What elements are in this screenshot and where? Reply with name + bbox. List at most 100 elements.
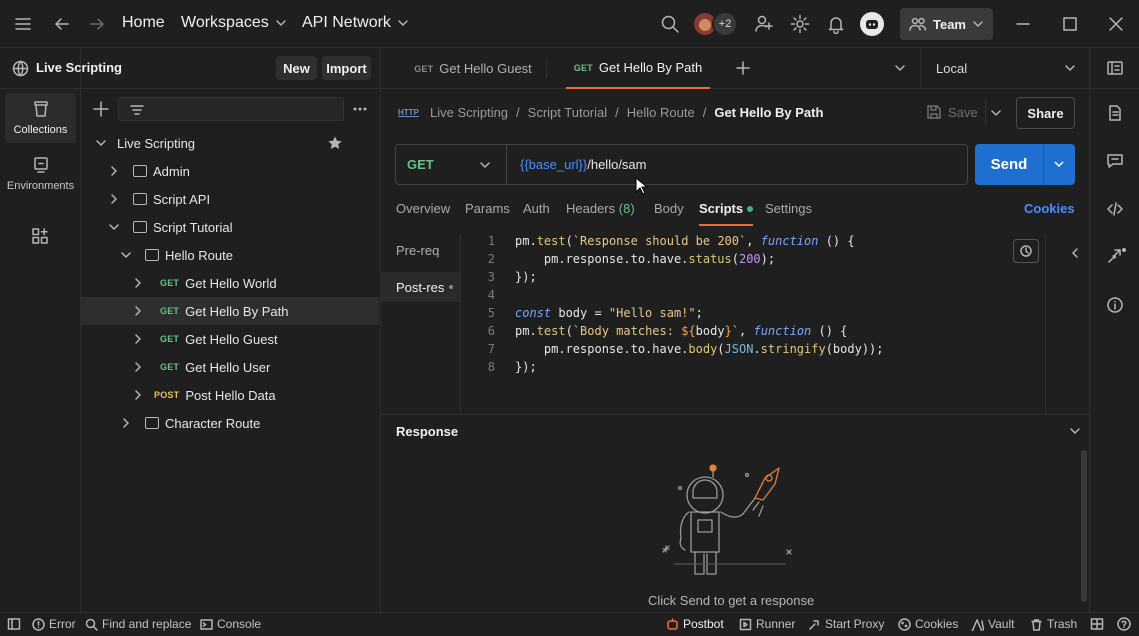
postbot-small-icon (667, 617, 678, 630)
trash-button[interactable]: Trash (1030, 617, 1077, 631)
bell-icon[interactable] (826, 14, 846, 34)
team-avatars[interactable]: +2 (692, 11, 740, 37)
tab-overview[interactable]: Overview (396, 201, 450, 216)
environment-select[interactable]: Local (920, 48, 1090, 89)
method-select[interactable]: GET (396, 145, 507, 184)
cookies-link[interactable]: Cookies (1024, 201, 1075, 216)
response-title: Response (396, 424, 459, 439)
tab-params[interactable]: Params (465, 201, 510, 216)
send-options-chevron-icon[interactable] (1053, 158, 1065, 170)
save-button[interactable]: Save (926, 104, 978, 120)
rail-collections[interactable]: Collections (5, 93, 76, 143)
team-button[interactable]: Team (900, 8, 993, 40)
snippets-button[interactable] (1013, 239, 1039, 263)
tab-get-hello-guest[interactable]: GET Get Hello Guest (400, 48, 546, 89)
back-icon[interactable] (53, 15, 71, 33)
tree-folder[interactable]: Character Route (81, 409, 379, 437)
tree-folder[interactable]: Script API (81, 185, 379, 213)
filter-input[interactable] (118, 97, 344, 121)
postbot-button[interactable]: Postbot (666, 617, 724, 631)
chevron-down-icon (109, 224, 119, 230)
breadcrumb-item[interactable]: Hello Route (627, 105, 695, 120)
invite-user-icon[interactable] (754, 14, 774, 34)
rail-environments[interactable]: Environments (5, 149, 76, 199)
add-collection-icon[interactable] (92, 100, 110, 118)
tree-request[interactable]: GET Get Hello Guest (81, 325, 379, 353)
gear-icon[interactable] (790, 14, 810, 34)
tab-scripts-label: Scripts (699, 201, 744, 216)
two-pane-icon[interactable] (1090, 617, 1104, 631)
breadcrumb-current[interactable]: Get Hello By Path (714, 105, 823, 120)
tree-folder[interactable]: Admin (81, 157, 379, 185)
url-input[interactable]: {{base_url}}/hello/sam (520, 157, 646, 172)
tab-headers[interactable]: Headers (8) (566, 201, 635, 216)
info-icon[interactable] (1106, 296, 1124, 314)
minimize-icon[interactable] (1015, 16, 1031, 32)
folder-icon (133, 221, 147, 233)
maximize-icon[interactable] (1062, 16, 1078, 32)
workspaces-menu[interactable]: Workspaces (181, 14, 287, 32)
environment-quick-look-icon[interactable] (1106, 59, 1124, 77)
tree-request[interactable]: GET Get Hello World (81, 269, 379, 297)
api-network-menu[interactable]: API Network (302, 14, 409, 32)
star-icon[interactable] (327, 135, 343, 151)
tree-request[interactable]: POST Post Hello Data (81, 381, 379, 409)
response-collapse-chevron-icon[interactable] (1069, 425, 1081, 437)
tree-folder[interactable]: Script Tutorial (81, 213, 379, 241)
toggle-sidebar-icon[interactable] (7, 617, 21, 631)
find-replace[interactable]: Find and replace (85, 617, 191, 631)
help-icon[interactable] (1117, 617, 1131, 631)
save-options-chevron-icon[interactable] (990, 107, 1002, 119)
more-options-icon[interactable] (352, 101, 368, 117)
chevron-right-icon (111, 166, 117, 176)
cookies-button[interactable]: Cookies (898, 617, 958, 631)
new-button[interactable]: New (276, 56, 317, 80)
tab-post-response[interactable]: Post-res (380, 272, 460, 302)
forward-icon[interactable] (88, 15, 106, 33)
close-icon[interactable] (1108, 16, 1124, 32)
tabs-overflow-chevron-icon[interactable] (894, 62, 906, 74)
collapse-panel-chevron-icon[interactable] (1069, 247, 1081, 259)
breadcrumb-item[interactable]: Script Tutorial (528, 105, 607, 120)
tree-request[interactable]: GET Get Hello User (81, 353, 379, 381)
tab-pre-request[interactable]: Pre-req (396, 243, 439, 258)
tab-settings[interactable]: Settings (765, 201, 812, 216)
tab-get-hello-by-path[interactable]: GET Get Hello By Path (566, 48, 710, 89)
send-divider (1043, 144, 1044, 185)
breadcrumb-item[interactable]: Live Scripting (430, 105, 508, 120)
tree-request[interactable]: GET Get Hello By Path (81, 297, 379, 325)
new-tab-icon[interactable] (735, 60, 751, 76)
add-apps-icon[interactable] (31, 227, 49, 245)
breadcrumb: Live Scripting / Script Tutorial / Hello… (430, 105, 823, 120)
documentation-icon[interactable] (1106, 104, 1124, 122)
search-icon[interactable] (660, 14, 680, 34)
search-icon (85, 618, 98, 631)
tab-auth[interactable]: Auth (523, 201, 550, 216)
related-collections-icon[interactable] (1106, 246, 1128, 266)
url-bar: GET {{base_url}}/hello/sam (395, 144, 968, 185)
start-proxy-button[interactable]: Start Proxy (808, 617, 884, 631)
save-icon (927, 105, 941, 119)
home-link[interactable]: Home (122, 14, 165, 32)
share-button[interactable]: Share (1016, 97, 1075, 129)
tab-scripts[interactable]: Scripts (699, 201, 754, 226)
postbot-icon[interactable] (860, 12, 884, 36)
tab-label: Get Hello Guest (439, 61, 532, 76)
error-status[interactable]: Error (32, 617, 76, 631)
method-badge: POST (154, 390, 180, 400)
trash-label: Trash (1047, 617, 1078, 631)
send-button[interactable]: Send (975, 144, 1043, 185)
tree-item-label: Character Route (165, 415, 261, 431)
console-button[interactable]: Console (200, 617, 261, 631)
response-scrollbar[interactable] (1081, 450, 1087, 602)
import-button[interactable]: Import (322, 56, 371, 80)
vault-button[interactable]: Vault (971, 617, 1014, 631)
tab-body[interactable]: Body (654, 201, 684, 216)
menu-icon[interactable] (14, 16, 32, 32)
runner-button[interactable]: Runner (739, 617, 795, 631)
folder-icon (145, 417, 159, 429)
tree-folder[interactable]: Hello Route (81, 241, 379, 269)
code-icon[interactable] (1106, 200, 1124, 218)
comments-icon[interactable] (1106, 152, 1124, 170)
tree-root[interactable]: Live Scripting (81, 129, 379, 157)
